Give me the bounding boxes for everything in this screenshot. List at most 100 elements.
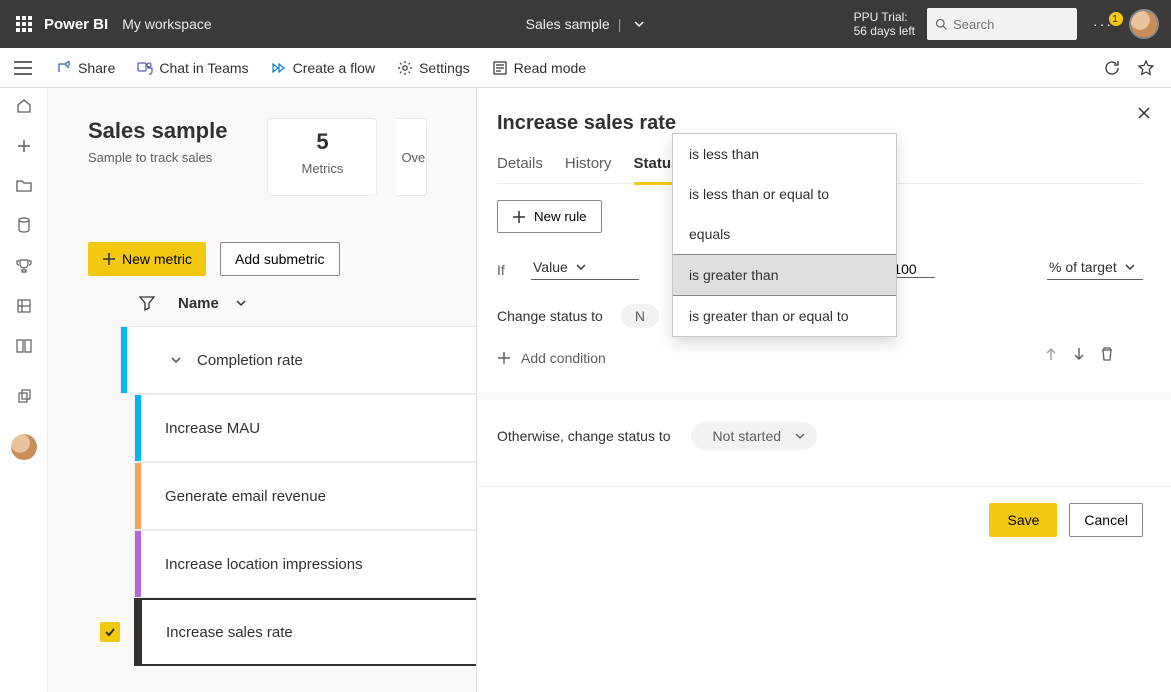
app-launcher-icon[interactable] — [8, 8, 40, 40]
add-submetric-button[interactable]: Add submetric — [220, 242, 339, 276]
tasks-icon[interactable] — [14, 296, 34, 316]
gear-icon — [397, 60, 413, 76]
move-up-icon[interactable] — [1043, 346, 1059, 362]
create-flow-button[interactable]: Create a flow — [271, 60, 375, 76]
otherwise-status-value: Not started — [713, 428, 781, 444]
name-column-header[interactable]: Name — [178, 295, 219, 312]
plus-icon — [512, 210, 526, 224]
trial-line1: PPU Trial: — [854, 10, 915, 24]
page-subtitle: Sample to track sales — [88, 150, 227, 165]
hamburger-icon[interactable] — [14, 61, 32, 75]
move-down-icon[interactable] — [1071, 346, 1087, 362]
rail-avatar[interactable] — [11, 434, 37, 460]
filter-icon[interactable] — [138, 294, 156, 312]
trial-status: PPU Trial: 56 days left — [854, 10, 915, 39]
metric-row-label: Generate email revenue — [165, 488, 326, 505]
breadcrumb-label: Sales sample — [526, 16, 610, 32]
plus-icon — [497, 351, 511, 365]
home-icon[interactable] — [14, 96, 34, 116]
metrics-count-label: Metrics — [268, 161, 376, 176]
chat-teams-button[interactable]: Chat in Teams — [137, 60, 248, 76]
share-label: Share — [78, 60, 115, 76]
more-badge: 1 — [1109, 12, 1123, 26]
tab-history[interactable]: History — [565, 155, 612, 183]
search-box[interactable] — [927, 8, 1077, 40]
favorite-star-icon[interactable] — [1137, 59, 1155, 77]
pane-title: Increase sales rate — [497, 112, 1143, 135]
add-icon[interactable] — [14, 136, 34, 156]
chevron-down-icon[interactable] — [235, 297, 247, 309]
save-button[interactable]: Save — [989, 503, 1057, 537]
metric-row-label: Increase MAU — [165, 420, 260, 437]
read-icon — [492, 60, 508, 76]
top-app-bar: Power BI My workspace Sales sample | PPU… — [0, 0, 1171, 48]
chevron-down-icon — [1125, 262, 1135, 272]
teams-icon — [137, 60, 153, 76]
user-avatar[interactable] — [1129, 9, 1159, 39]
page-title: Sales sample — [88, 118, 227, 144]
change-status-dropdown[interactable]: N — [621, 304, 659, 328]
brand-label: Power BI — [44, 16, 108, 33]
chevron-down-icon[interactable] — [169, 353, 183, 367]
refresh-icon[interactable] — [1103, 59, 1121, 77]
change-status-label: Change status to — [497, 308, 603, 324]
otherwise-status-dropdown[interactable]: Not started — [691, 422, 817, 450]
delete-icon[interactable] — [1099, 346, 1115, 362]
chevron-down-icon[interactable] — [633, 18, 645, 30]
book-icon[interactable] — [14, 336, 34, 356]
value-dropdown[interactable]: Value — [531, 259, 639, 280]
unit-dropdown[interactable]: % of target — [1047, 259, 1143, 280]
operator-option[interactable]: is less than or equal to — [673, 174, 896, 214]
operator-option-selected[interactable]: is greater than — [673, 254, 896, 296]
folder-icon[interactable] — [14, 176, 34, 196]
if-label: If — [497, 262, 513, 278]
operator-option[interactable]: is greater than or equal to — [673, 296, 896, 336]
chevron-down-icon — [795, 431, 805, 441]
overdue-label-partial: Ove — [401, 150, 425, 165]
metrics-count-card[interactable]: 5 Metrics — [267, 118, 377, 196]
read-mode-button[interactable]: Read mode — [492, 60, 586, 76]
flow-label: Create a flow — [293, 60, 375, 76]
metric-row-label: Increase location impressions — [165, 556, 363, 573]
left-nav-rail — [0, 88, 48, 692]
data-icon[interactable] — [14, 216, 34, 236]
flow-icon — [271, 60, 287, 76]
cancel-button[interactable]: Cancel — [1069, 503, 1143, 537]
operator-option[interactable]: equals — [673, 214, 896, 254]
metric-row-label: Increase sales rate — [166, 624, 293, 641]
breadcrumb-divider: | — [618, 16, 622, 32]
trial-line2: 56 days left — [854, 24, 915, 38]
overdue-card-partial[interactable]: Ove — [397, 118, 427, 196]
breadcrumb[interactable]: Sales sample | — [526, 16, 646, 32]
change-status-value: N — [635, 308, 645, 324]
close-icon — [1137, 106, 1151, 120]
otherwise-label: Otherwise, change status to — [497, 428, 671, 444]
read-label: Read mode — [514, 60, 586, 76]
trophy-icon[interactable] — [14, 256, 34, 276]
plus-icon — [102, 252, 116, 266]
chevron-down-icon — [576, 262, 586, 272]
settings-label: Settings — [419, 60, 470, 76]
new-rule-label: New rule — [534, 209, 587, 224]
new-metric-label: New metric — [122, 251, 192, 267]
share-icon — [56, 60, 72, 76]
workspace-name[interactable]: My workspace — [122, 16, 211, 32]
chat-label: Chat in Teams — [159, 60, 248, 76]
command-bar: Share Chat in Teams Create a flow Settin… — [0, 48, 1171, 88]
settings-button[interactable]: Settings — [397, 60, 470, 76]
tab-details[interactable]: Details — [497, 155, 543, 183]
search-icon — [935, 17, 947, 31]
unit-dropdown-label: % of target — [1049, 259, 1117, 275]
new-rule-button[interactable]: New rule — [497, 200, 602, 233]
operator-option[interactable]: is less than — [673, 134, 896, 174]
row-selected-check — [100, 622, 120, 642]
search-input[interactable] — [953, 17, 1069, 32]
copy-icon[interactable] — [14, 386, 34, 406]
close-button[interactable] — [1137, 106, 1151, 120]
add-condition-label: Add condition — [521, 350, 606, 366]
value-dropdown-label: Value — [533, 259, 568, 275]
new-metric-button[interactable]: New metric — [88, 242, 206, 276]
share-button[interactable]: Share — [56, 60, 115, 76]
more-button[interactable]: ··· 1 — [1089, 16, 1117, 32]
metric-row-label: Completion rate — [197, 352, 303, 369]
